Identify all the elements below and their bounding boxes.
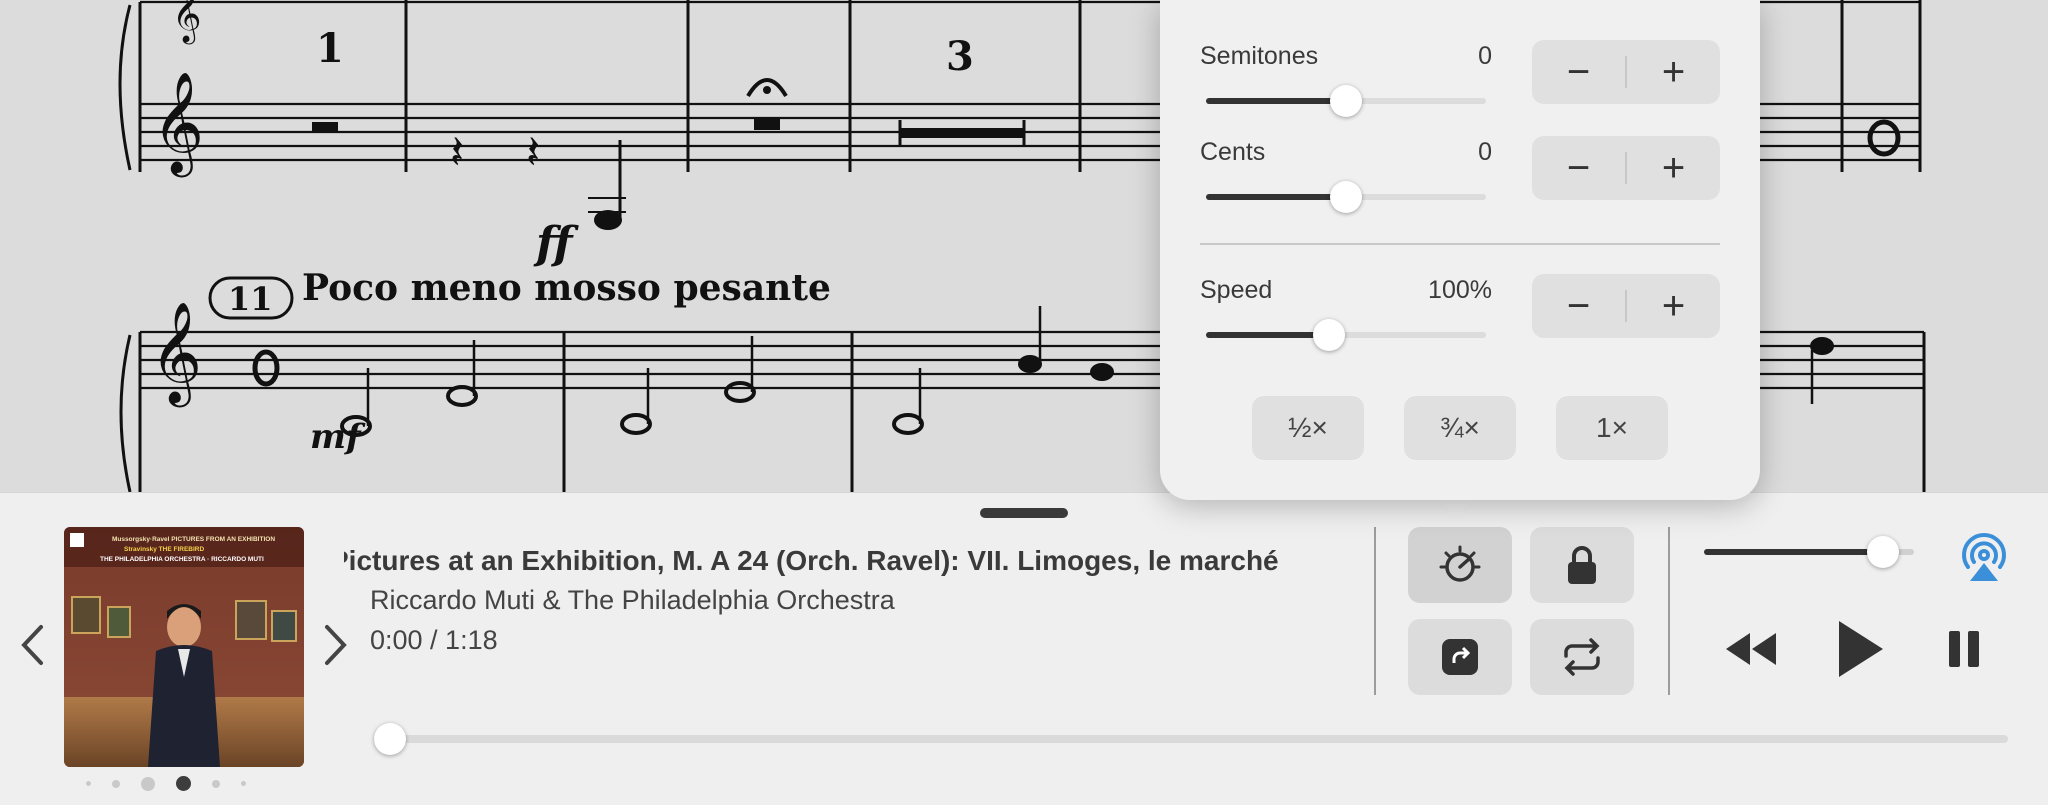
tempo-marking: Poco meno mosso pesante bbox=[302, 267, 831, 309]
cents-stepper[interactable]: − + bbox=[1532, 136, 1720, 200]
speed-slider[interactable] bbox=[1206, 332, 1486, 338]
svg-text:𝄞: 𝄞 bbox=[172, 0, 202, 45]
pause-icon bbox=[1949, 631, 1979, 667]
loop-icon bbox=[1442, 639, 1478, 675]
volume-fill bbox=[1704, 549, 1883, 555]
player-bar: Mussorgsky·Ravel PICTURES FROM AN EXHIBI… bbox=[0, 492, 2048, 805]
dynamic-mf: mf bbox=[310, 417, 366, 457]
drag-handle[interactable] bbox=[980, 508, 1068, 518]
measure-number-1: 1 bbox=[316, 25, 344, 72]
speed-preset-half[interactable]: ½× bbox=[1252, 396, 1364, 460]
album-art-line2: Stravinsky THE FIREBIRD bbox=[124, 546, 204, 553]
pitch-speed-button[interactable] bbox=[1408, 527, 1512, 603]
previous-item-button[interactable] bbox=[12, 615, 52, 675]
page-dot[interactable] bbox=[141, 776, 155, 791]
album-cover-image: Mussorgsky·Ravel PICTURES FROM AN EXHIBI… bbox=[64, 527, 304, 767]
divider bbox=[1374, 527, 1376, 695]
track-artist: Riccardo Muti & The Philadelphia Orchest… bbox=[370, 585, 895, 615]
semitones-fill bbox=[1206, 98, 1346, 104]
rewind-button[interactable] bbox=[1718, 623, 1782, 675]
speed-increment-button[interactable]: + bbox=[1627, 274, 1720, 338]
cents-fill bbox=[1206, 194, 1346, 200]
svg-text:𝄽: 𝄽 bbox=[526, 125, 540, 179]
rewind-icon bbox=[1726, 633, 1776, 665]
semitones-stepper[interactable]: − + bbox=[1532, 40, 1720, 104]
svg-text:𝄞: 𝄞 bbox=[150, 300, 202, 408]
progress-thumb[interactable] bbox=[374, 723, 406, 755]
cents-decrement-button[interactable]: − bbox=[1532, 136, 1625, 200]
play-button[interactable] bbox=[1828, 615, 1892, 683]
chevron-right-icon bbox=[325, 625, 347, 665]
page-indicator[interactable] bbox=[86, 776, 246, 791]
speed-slider-thumb[interactable] bbox=[1313, 319, 1346, 351]
rehearsal-mark: 11 bbox=[228, 280, 273, 318]
play-icon bbox=[1839, 621, 1883, 677]
page-dot[interactable] bbox=[86, 781, 91, 786]
svg-text:𝄽: 𝄽 bbox=[450, 125, 464, 179]
album-art-line3: THE PHILADELPHIA ORCHESTRA · RICCARDO MU… bbox=[100, 556, 264, 563]
airplay-icon bbox=[1962, 533, 2006, 581]
popover-divider bbox=[1200, 243, 1720, 245]
album-art[interactable]: Mussorgsky·Ravel PICTURES FROM AN EXHIBI… bbox=[64, 527, 304, 767]
airplay-button[interactable] bbox=[1956, 529, 2012, 585]
page-dot[interactable] bbox=[212, 779, 220, 788]
speed-label: Speed bbox=[1200, 276, 1273, 304]
cents-value: 0 bbox=[1478, 138, 1492, 166]
repeat-icon bbox=[1564, 638, 1600, 676]
semitones-slider-thumb[interactable] bbox=[1330, 85, 1362, 117]
speed-preset-three-quarters[interactable]: ¾× bbox=[1404, 396, 1516, 460]
semitones-value: 0 bbox=[1478, 42, 1492, 70]
speed-stepper[interactable]: − + bbox=[1532, 274, 1720, 338]
track-title-text: Pictures at an Exhibition, M. A 24 (Orch… bbox=[344, 545, 1279, 576]
semitones-decrement-button[interactable]: − bbox=[1532, 40, 1625, 104]
chevron-left-icon bbox=[21, 625, 43, 665]
track-title: Pictures at an Exhibition, M. A 24 (Orch… bbox=[344, 545, 1350, 577]
divider bbox=[1668, 527, 1670, 695]
next-item-button[interactable] bbox=[316, 615, 356, 675]
measure-number-3: 3 bbox=[946, 33, 974, 80]
album-art-line1: Mussorgsky·Ravel PICTURES FROM AN EXHIBI… bbox=[112, 536, 275, 543]
cents-label: Cents bbox=[1200, 138, 1266, 166]
cents-slider-thumb[interactable] bbox=[1330, 181, 1362, 213]
playback-progress-bar[interactable] bbox=[374, 735, 2008, 743]
repeat-button[interactable] bbox=[1530, 619, 1634, 695]
dynamic-ff: ff bbox=[533, 218, 579, 269]
speed-fill bbox=[1206, 332, 1330, 338]
svg-text:𝄞: 𝄞 bbox=[152, 70, 204, 178]
pitch-speed-popover: Semitones 0 − + Cents 0 − + Speed 100% −… bbox=[1160, 0, 1760, 500]
lock-button[interactable] bbox=[1530, 527, 1634, 603]
pause-button[interactable] bbox=[1940, 623, 1988, 675]
speed-preset-normal[interactable]: 1× bbox=[1556, 396, 1668, 460]
volume-slider-thumb[interactable] bbox=[1866, 536, 1899, 568]
tuner-icon bbox=[1439, 545, 1481, 582]
page-dot[interactable] bbox=[241, 781, 246, 786]
page-dot[interactable] bbox=[112, 779, 120, 788]
page-dot-active[interactable] bbox=[176, 776, 191, 791]
speed-value: 100% bbox=[1428, 276, 1492, 304]
playback-time: 0:00 / 1:18 bbox=[370, 625, 498, 655]
loop-button[interactable] bbox=[1408, 619, 1512, 695]
lock-icon bbox=[1568, 546, 1596, 584]
semitones-increment-button[interactable]: + bbox=[1627, 40, 1720, 104]
cents-increment-button[interactable]: + bbox=[1627, 136, 1720, 200]
speed-decrement-button[interactable]: − bbox=[1532, 274, 1625, 338]
semitones-label: Semitones bbox=[1200, 42, 1319, 70]
